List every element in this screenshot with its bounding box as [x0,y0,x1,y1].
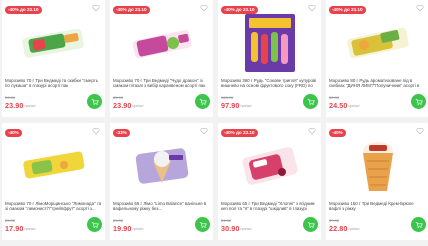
old-price: 29.90 [5,218,16,223]
price: 23.90грн/шт [113,101,144,110]
price-value: 19.90 [113,224,132,233]
product-name[interactable]: Морозиво 150 г Три Ведмеді Крем-Брюле ва… [329,201,426,212]
lavender-ice-cream-cone-icon [135,148,188,184]
add-to-cart-button[interactable] [87,217,102,232]
product-card[interactable]: -40% до 23.10 Морозиво 65 г Три Ведмеді … [218,123,321,240]
heart-icon[interactable] [416,127,424,135]
cart-icon [307,221,315,228]
product-card[interactable]: -40% до 23.10 Морозиво 80 г Рудь аромати… [326,0,428,117]
product-image[interactable] [332,135,423,197]
cart-icon [415,221,423,228]
product-card[interactable]: -40% до 23.10 Морозиво 70 г Три Ведмеді … [2,0,105,117]
price: 97.90грн/шт [221,101,252,110]
product-name[interactable]: Морозиво 70 г Три Ведмеді та скибки "сме… [5,78,102,89]
old-price: 163.90 [221,95,234,100]
green-watermelon-ice-pop-icon [21,28,84,58]
heart-icon[interactable] [200,127,208,135]
product-name[interactable]: Морозиво 70 г ЛімоМорщинсько "Лимонада" … [5,201,102,212]
price: 22.80грн/шт [329,224,360,233]
product-image[interactable] [8,12,99,74]
cart-icon [415,98,423,105]
yellow-melon-ice-bar-icon [346,27,409,59]
heart-icon[interactable] [200,4,208,12]
heart-icon[interactable] [92,4,100,12]
add-to-cart-button[interactable] [411,94,426,109]
price-unit: грн/шт [240,227,252,231]
price-unit: грн/шт [24,227,36,231]
price-unit: грн/шт [24,104,36,108]
pink-dragonfruit-ice-pop-icon [132,29,192,59]
price-value: 24.50 [329,101,348,110]
old-price: 39.90 [113,95,124,100]
product-card[interactable]: -40% Морозиво 70 г ЛімоМорщинсько "Лимон… [2,123,105,240]
purple-multipack-box-icon [244,14,295,72]
product-card[interactable]: -33% Морозиво 65 г Лімо "Limo Balance" в… [110,123,213,240]
yellow-lemon-ice-pop-icon [22,151,84,179]
add-to-cart-button[interactable] [303,94,318,109]
product-image[interactable] [116,12,207,74]
creme-brulee-waffle-cup-icon [362,142,393,191]
price: 23.90грн/шт [5,101,36,110]
add-to-cart-button[interactable] [195,217,210,232]
price: 19.90грн/шт [113,224,144,233]
price: 24.50грн/шт [329,101,360,110]
heart-icon[interactable] [308,127,316,135]
price-value: 97.90 [221,101,240,110]
product-image[interactable] [224,12,315,74]
price-unit: грн/шт [348,227,360,231]
old-price: 39.90 [329,95,340,100]
price-unit: грн/шт [132,104,144,108]
add-to-cart-button[interactable] [195,94,210,109]
product-name[interactable]: Морозиво 80 г Рудь ароматизоване під в с… [329,78,426,89]
product-card[interactable]: -40% Морозиво 150 г Три Ведмеді Крем-Брю… [326,123,428,240]
add-to-cart-button[interactable] [303,217,318,232]
cart-icon [199,98,207,105]
product-card[interactable]: -40% до 23.10 Морозиво 70 г Три Ведмеді … [110,0,213,117]
price-unit: грн/шт [240,104,252,108]
price-unit: грн/шт [348,104,360,108]
product-name[interactable]: Морозиво 65 г Лімо "Limo Balance" ваніль… [113,201,210,212]
heart-icon[interactable] [308,4,316,12]
pink-berry-ice-bar-icon [241,147,298,185]
price-value: 30.90 [221,224,240,233]
product-image[interactable] [116,135,207,197]
add-to-cart-button[interactable] [87,94,102,109]
price: 17.90грн/шт [5,224,36,233]
product-name[interactable]: Морозиво 70 г Три Ведмеді "Чудо дракон" … [113,78,210,89]
price-value: 23.90 [113,101,132,110]
old-price: 37.90 [329,218,340,223]
product-card[interactable]: -40% до 23.10 Морозиво 360 г Рудь "Соков… [218,0,321,117]
cart-icon [91,221,99,228]
product-image[interactable] [8,135,99,197]
product-name[interactable]: Морозиво 65 г Три Ведмеді "Хлопні" з ягі… [221,201,318,212]
heart-icon[interactable] [92,127,100,135]
cart-icon [307,98,315,105]
price: 30.90грн/шт [221,224,252,233]
price-value: 17.90 [5,224,24,233]
price-value: 22.80 [329,224,348,233]
price-unit: грн/шт [132,227,144,231]
product-image[interactable] [224,135,315,197]
cart-icon [91,98,99,105]
product-image[interactable] [332,12,423,74]
product-grid: -40% до 23.10 Морозиво 70 г Три Ведмеді … [0,0,428,246]
price-value: 23.90 [5,101,24,110]
old-price: 29.90 [113,218,124,223]
old-price: 51.90 [221,218,232,223]
old-price: 39.90 [5,95,16,100]
add-to-cart-button[interactable] [411,217,426,232]
cart-icon [199,221,207,228]
product-name[interactable]: Морозиво 360 г Рудь "Сокове трипля" купу… [221,78,318,89]
heart-icon[interactable] [416,4,424,12]
